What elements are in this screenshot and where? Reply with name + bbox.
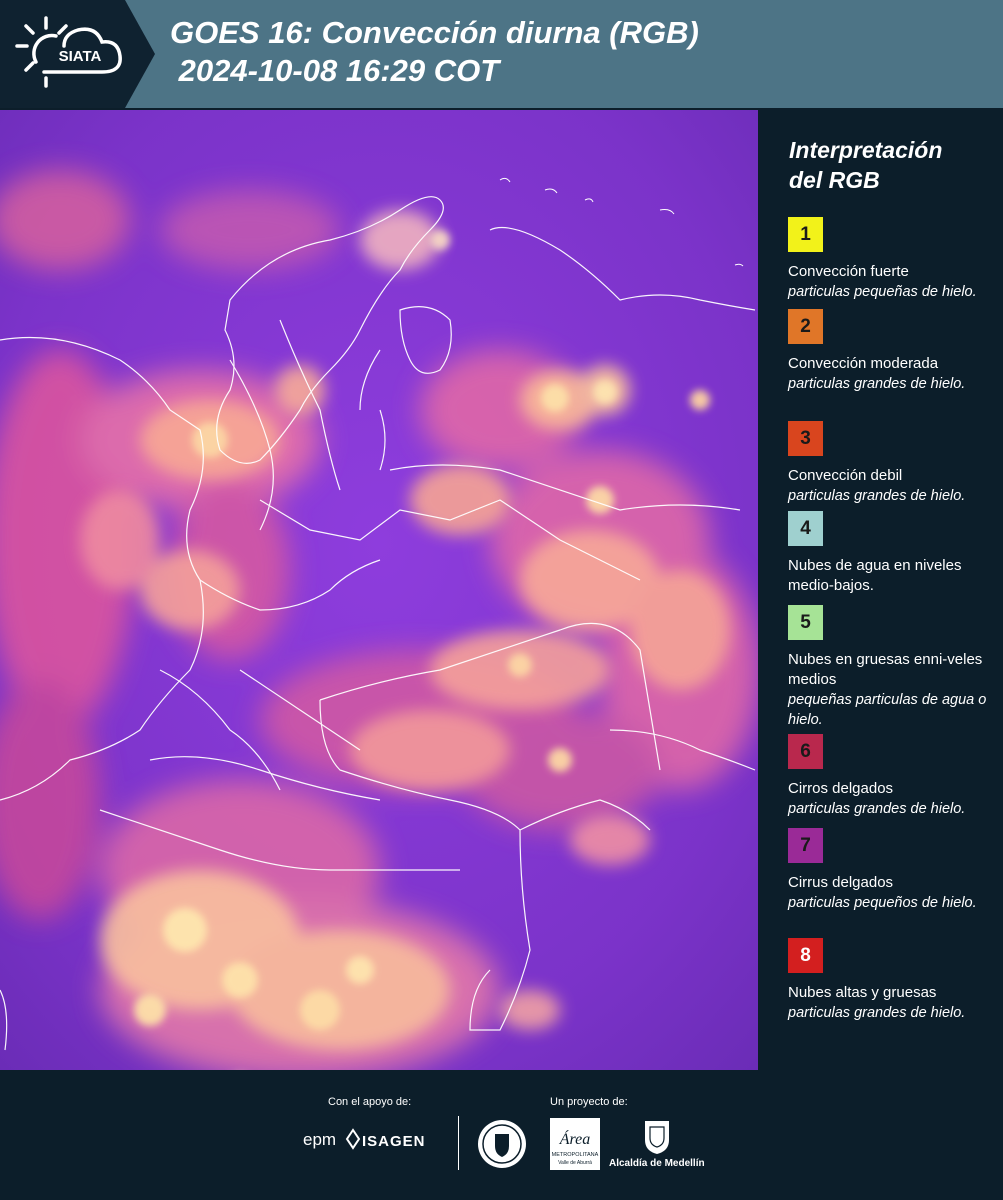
legend-title-line2: del RGB [789,167,880,193]
legend-item-1: 1 Convección fuerte particulas pequeñas d… [788,217,993,302]
legend-label-1: Convección fuerte [788,263,909,280]
title-line1: GOES 16: Convección diurna (RGB) [170,15,699,50]
alcaldia-shield-icon [645,1121,669,1154]
legend-sublabel-8: particulas grandes de hielo. [788,1005,966,1021]
legend-label-3: Convección debil [788,467,903,484]
legend-title: Interpretación del RGB [789,135,989,195]
footer-divider [458,1116,459,1170]
alcaldia-medellin-label: Alcaldía de Medellín [609,1158,705,1169]
legend-swatch-1: 1 [788,217,823,252]
legend-sublabel-6: particulas grandes de hielo. [788,801,966,817]
legend-label-6: Cirros delgados [788,780,894,797]
legend-swatch-8: 8 [788,938,823,973]
satellite-map [0,110,758,1070]
legend-swatch-4: 4 [788,511,823,546]
siata-logo-icon: SIATA [15,16,122,88]
legend-item-4: 4 Nubes de agua en niveles medio-bajos. [788,511,993,596]
area-logo-sub2: Valle de Aburrá [558,1160,592,1166]
legend-item-7: 7 Cirrus delgados particulas pequeños de … [788,828,993,913]
legend-item-5: 5 Nubes en gruesas enni-veles medios pequ… [788,605,993,730]
legend-swatch-6: 6 [788,734,823,769]
isagen-logo: ISAGEN [362,1133,426,1150]
legend-swatch-2: 2 [788,309,823,344]
medellin-seal-icon [478,1120,526,1168]
legend-sublabel-3: particulas grandes de hielo. [788,488,966,504]
project-label: Un proyecto de: [550,1096,628,1108]
support-label: Con el apoyo de: [328,1096,412,1108]
legend-item-8: 8 Nubes altas y gruesas particulas grande… [788,938,993,1023]
isagen-logo-icon [345,1128,361,1150]
area-metropolitana-logo: Área METROPOLITANA Valle de Aburrá [550,1118,600,1170]
siata-logo-text: SIATA [59,48,102,65]
legend-label-2: Convección moderada [788,355,939,372]
legend-label-8: Nubes altas y gruesas [788,984,937,1001]
legend-swatch-7: 7 [788,828,823,863]
legend-sublabel-1: particulas pequeñas de hielo. [788,284,977,300]
legend-title-line1: Interpretación [789,137,943,163]
legend-sublabel-2: particulas grandes de hielo. [788,376,966,392]
page-title: GOES 16: Convección diurna (RGB) 2024-10… [170,14,699,90]
legend-item-3: 3 Convección debil particulas grandes de … [788,421,993,506]
area-logo-sub: METROPOLITANA [552,1152,599,1158]
legend-swatch-5: 5 [788,605,823,640]
legend-sublabel-7: particulas pequeños de hielo. [788,895,977,911]
area-logo-text: Área [559,1129,591,1148]
legend-item-2: 2 Convección moderada particulas grandes … [788,309,993,394]
legend-label-4: Nubes de agua en niveles medio-bajos. [788,557,962,594]
epm-logo: epm [303,1130,337,1149]
rgb-convection-image [0,110,758,1070]
legend-sublabel-5: pequeñas particulas de agua o hielo. [788,692,987,728]
title-line2: 2024-10-08 16:29 COT [170,53,500,88]
legend-label-7: Cirrus delgados [788,874,894,891]
legend-item-6: 6 Cirros delgados particulas grandes de h… [788,734,993,819]
legend-label-5: Nubes en gruesas enni-veles medios [788,651,983,688]
legend-swatch-3: 3 [788,421,823,456]
